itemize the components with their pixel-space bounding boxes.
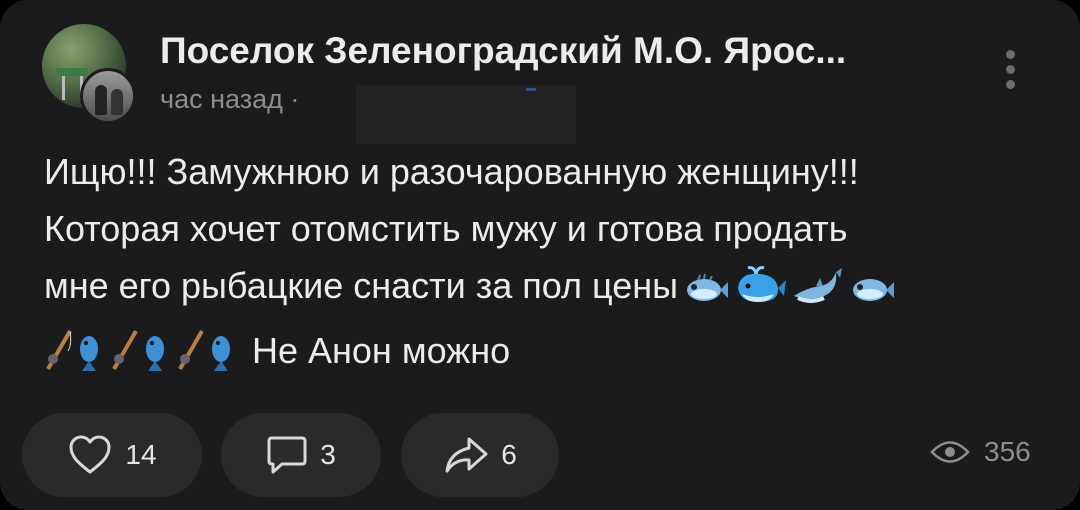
group-name[interactable]: Поселок Зеленоградский М.О. Ярос... (160, 30, 950, 72)
views-counter: 356 (930, 436, 1031, 468)
post-line: Ищю!!! Замужнюю и разочарованную женщину… (44, 151, 859, 192)
post-line-text: мне его рыбацкие снасти за пол цены (44, 265, 679, 306)
post-line-4: Не Анон можно (44, 322, 1054, 387)
fish-icon (140, 330, 170, 387)
share-button[interactable]: 6 (401, 413, 559, 497)
post-card: Поселок Зеленоградский М.О. Ярос... час … (0, 0, 1080, 510)
post-line: Которая хочет отомстить мужу и готова пр… (44, 208, 848, 249)
fishing-rod-icon (44, 327, 74, 387)
whale-icon (734, 265, 787, 322)
avatar-sign-shape (56, 68, 88, 76)
fish-icon (74, 330, 104, 387)
heart-icon (69, 435, 111, 474)
like-count: 14 (125, 439, 157, 470)
blowfish-icon (684, 265, 729, 322)
comment-icon (267, 436, 307, 474)
fish-icon (206, 330, 236, 387)
eye-icon (930, 441, 970, 463)
dolphin-icon (792, 265, 844, 322)
share-icon (445, 437, 488, 473)
more-options-icon[interactable] (1002, 50, 1018, 96)
blowfish-icon (850, 265, 895, 322)
author-avatar[interactable] (80, 68, 136, 124)
redacted-area (356, 86, 576, 144)
comment-count: 3 (320, 439, 336, 470)
share-count: 6 (501, 439, 517, 470)
comment-button[interactable]: 3 (221, 413, 381, 497)
post-line-text: Не Анон можно (252, 330, 511, 371)
post-time: час назад · (160, 84, 300, 114)
fishing-rod-icon (110, 327, 140, 387)
views-count: 356 (984, 436, 1031, 467)
fishing-rod-icon (176, 327, 206, 387)
like-button[interactable]: 14 (22, 413, 202, 497)
post-body: Ищю!!! Замужнюю и разочарованную женщину… (44, 143, 1054, 387)
post-line-3: мне его рыбацкие снасти за пол цены (44, 257, 1054, 322)
